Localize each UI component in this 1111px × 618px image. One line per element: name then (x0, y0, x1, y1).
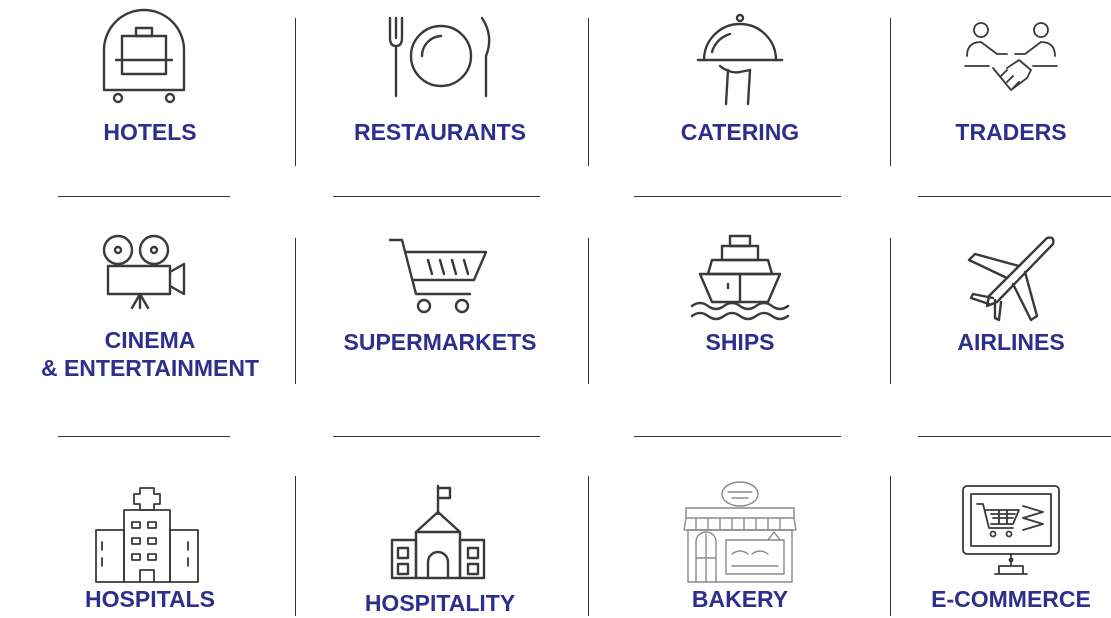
category-traders[interactable]: TRADERS (911, 0, 1111, 170)
divider-vertical (588, 238, 589, 384)
divider-horizontal (634, 196, 841, 197)
computer-cart-icon (961, 484, 1061, 580)
category-supermarkets[interactable]: SUPERMARKETS (310, 220, 570, 390)
category-label: BAKERY (691, 586, 789, 612)
divider-vertical (890, 238, 891, 384)
building-flag-icon (388, 484, 488, 580)
category-bakery[interactable]: BAKERY (620, 470, 860, 616)
category-label-line2: & ENTERTAINMENT (40, 355, 260, 381)
divider-horizontal (58, 436, 230, 437)
category-restaurants[interactable]: RESTAURANTS (320, 0, 560, 170)
category-hospitals[interactable]: HOSPITALS (40, 470, 260, 616)
category-label: SUPERMARKETS (343, 329, 537, 355)
divider-vertical (588, 18, 589, 166)
hospital-icon (92, 486, 202, 583)
divider-vertical (295, 238, 296, 384)
category-ships[interactable]: SHIPS (620, 220, 860, 390)
divider-vertical (295, 476, 296, 616)
category-label: TRADERS (955, 119, 1067, 145)
category-airlines[interactable]: AIRLINES (911, 220, 1111, 390)
divider-horizontal (918, 196, 1111, 197)
luggage-cart-icon (96, 8, 192, 106)
category-hotels[interactable]: HOTELS (40, 0, 260, 170)
category-label: HOTELS (103, 119, 197, 145)
serving-cloche-icon (690, 12, 790, 108)
divider-horizontal (918, 436, 1111, 437)
film-camera-icon (98, 232, 198, 312)
category-label: CATERING (680, 119, 800, 145)
ship-icon (688, 234, 792, 326)
handshake-icon (963, 20, 1059, 104)
plate-fork-knife-icon (386, 12, 496, 98)
shopping-cart-icon (388, 234, 488, 318)
category-label: HOSPITALITY (364, 590, 516, 616)
category-catering[interactable]: CATERING (620, 0, 860, 170)
divider-horizontal (58, 196, 230, 197)
category-ecommerce[interactable]: E-COMMERCE (911, 470, 1111, 616)
divider-vertical (588, 476, 589, 616)
category-cinema[interactable]: CINEMA & ENTERTAINMENT (10, 220, 290, 390)
divider-horizontal (333, 436, 540, 437)
divider-horizontal (634, 436, 841, 437)
divider-horizontal (333, 196, 540, 197)
divider-vertical (890, 476, 891, 616)
category-label: RESTAURANTS (353, 119, 527, 145)
category-label: SHIPS (705, 329, 775, 355)
airplane-icon (967, 232, 1057, 322)
category-label-line1: CINEMA (104, 327, 196, 353)
category-label: HOSPITALS (85, 586, 215, 612)
divider-vertical (295, 18, 296, 166)
category-label: AIRLINES (957, 329, 1065, 355)
bakery-shop-icon (680, 478, 800, 583)
category-label: E-COMMERCE (931, 586, 1091, 612)
category-hospitality[interactable]: HOSPITALITY (310, 470, 570, 616)
divider-vertical (890, 18, 891, 166)
